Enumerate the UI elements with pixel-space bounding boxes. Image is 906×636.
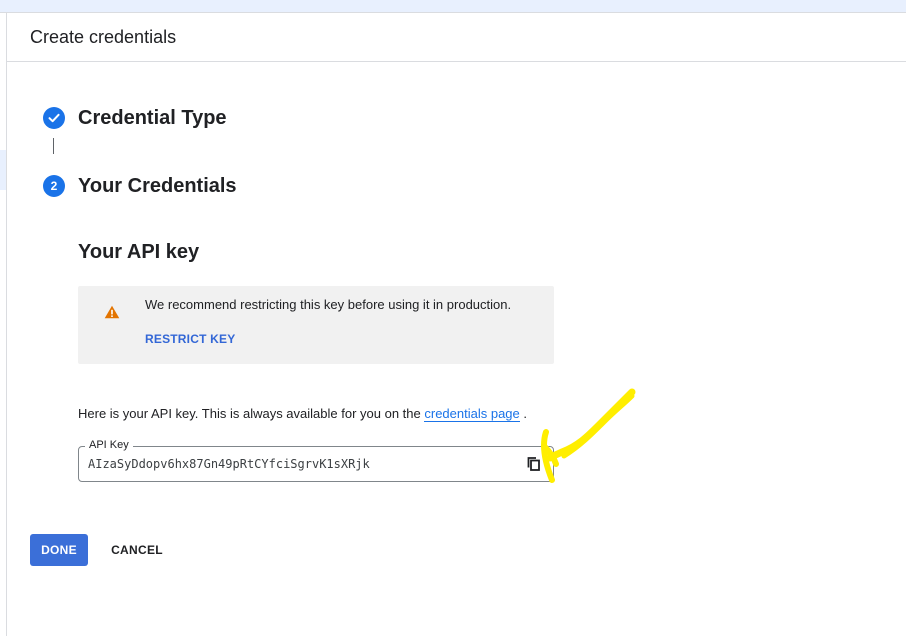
restriction-warning-banner: We recommend restricting this key before… (78, 286, 554, 364)
warning-icon (104, 305, 120, 319)
api-key-section-title: Your API key (78, 241, 200, 263)
background-sidebar-active-item (0, 150, 6, 190)
stepper-connector (53, 138, 54, 154)
top-app-bar-strip (0, 0, 906, 13)
info-text-prefix: Here is your API key. This is always ava… (78, 406, 425, 421)
step-number-badge: 2 (43, 175, 65, 197)
api-key-field-label: API Key (85, 439, 133, 451)
api-key-field[interactable]: API Key AIzaSyDdopv6hx87Gn49pRtCYfciSgrv… (78, 439, 554, 482)
background-sidebar (0, 13, 7, 636)
api-key-value[interactable]: AIzaSyDdopv6hx87Gn49pRtCYfciSgrvK1sXRjk (88, 457, 370, 471)
warning-message: We recommend restricting this key before… (145, 297, 512, 312)
cancel-button[interactable]: CANCEL (100, 534, 174, 566)
dialog-header: Create credentials (7, 13, 906, 62)
create-credentials-page: Create credentials Credential Type 2 You… (0, 0, 906, 636)
step-credential-type[interactable]: Credential Type (78, 107, 227, 130)
step-completed-check-icon (43, 107, 65, 129)
credentials-page-link[interactable]: credentials page (424, 406, 520, 422)
info-text-suffix: . (519, 406, 527, 421)
done-button[interactable]: DONE (30, 534, 88, 566)
restrict-key-button[interactable]: RESTRICT KEY (145, 332, 235, 346)
step-your-credentials: Your Credentials (78, 175, 237, 197)
api-key-info-text: Here is your API key. This is always ava… (78, 406, 527, 422)
dialog-title: Create credentials (30, 27, 177, 47)
copy-icon[interactable] (525, 455, 543, 473)
check-icon (48, 113, 60, 123)
yellow-highlight-scribble (541, 388, 636, 483)
